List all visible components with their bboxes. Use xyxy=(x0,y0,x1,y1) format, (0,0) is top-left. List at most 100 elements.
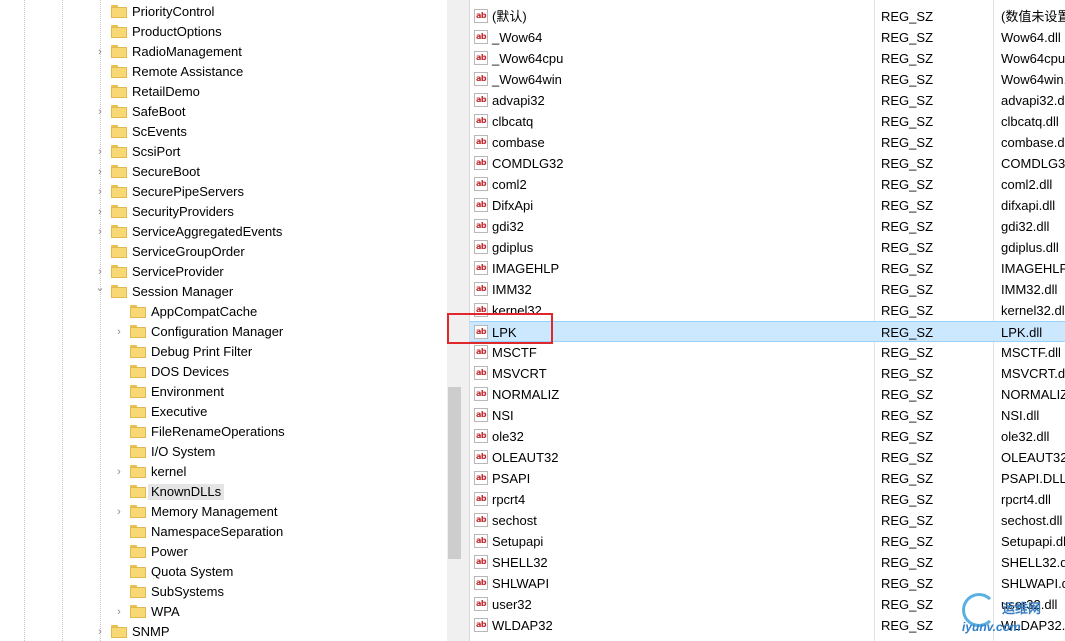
chevron-right-icon[interactable]: › xyxy=(113,604,125,620)
folder-icon xyxy=(111,105,127,118)
tree-item[interactable]: Remote Assistance xyxy=(0,62,447,82)
chevron-right-icon[interactable]: › xyxy=(113,504,125,520)
chevron-right-icon[interactable]: › xyxy=(94,264,106,280)
value-type: REG_SZ xyxy=(881,387,934,402)
site-watermark: 运维网 iyunv.com xyxy=(958,590,1065,641)
value-row[interactable]: ab PSAPI REG_SZ PSAPI.DLL xyxy=(470,468,1065,489)
value-row[interactable]: ab ole32 REG_SZ ole32.dll xyxy=(470,426,1065,447)
chevron-down-icon[interactable]: ⌄ xyxy=(94,280,106,296)
registry-key-tree[interactable]: PriorityControl ProductOptions › RadioManag… xyxy=(0,0,447,641)
value-name: IMAGEHLP xyxy=(492,261,560,276)
value-type: REG_SZ xyxy=(881,366,934,381)
folder-icon xyxy=(130,445,146,458)
tree-item[interactable]: › ServiceProvider xyxy=(0,262,447,282)
tree-item[interactable]: Debug Print Filter xyxy=(0,342,447,362)
folder-icon xyxy=(130,465,146,478)
string-value-icon: ab xyxy=(474,408,488,422)
chevron-right-icon[interactable]: › xyxy=(94,164,106,180)
tree-item[interactable]: › SNMP xyxy=(0,622,447,641)
value-name: WLDAP32 xyxy=(492,618,553,633)
value-type: REG_SZ xyxy=(881,72,934,87)
tree-item[interactable]: ⌄ Session Manager xyxy=(0,282,447,302)
tree-item[interactable]: › WPA xyxy=(0,602,447,622)
tree-item[interactable]: Environment xyxy=(0,382,447,402)
value-row[interactable]: ab COMDLG32 REG_SZ COMDLG32 xyxy=(470,153,1065,174)
value-row[interactable]: ab coml2 REG_SZ coml2.dll xyxy=(470,174,1065,195)
tree-item[interactable]: KnownDLLs xyxy=(0,482,447,502)
value-type: REG_SZ xyxy=(881,345,934,360)
folder-icon xyxy=(130,605,146,618)
tree-item[interactable]: › Configuration Manager xyxy=(0,322,447,342)
value-row[interactable]: ab combase REG_SZ combase.d xyxy=(470,132,1065,153)
chevron-right-icon[interactable]: › xyxy=(113,324,125,340)
value-row[interactable]: ab IMM32 REG_SZ IMM32.dll xyxy=(470,279,1065,300)
value-row[interactable]: ab (默认) REG_SZ (数值未设置 xyxy=(470,6,1065,27)
registry-values-list[interactable]: ab (默认) REG_SZ (数值未设置 ab _Wow64 REG_SZ Wow64.dl… xyxy=(470,0,1065,641)
value-row[interactable]: ab OLEAUT32 REG_SZ OLEAUT32. xyxy=(470,447,1065,468)
value-name: COMDLG32 xyxy=(492,156,564,171)
tree-item[interactable]: ServiceGroupOrder xyxy=(0,242,447,262)
value-row[interactable]: ab kernel32 REG_SZ kernel32.dl xyxy=(470,300,1065,321)
value-name: ole32 xyxy=(492,429,524,444)
value-row[interactable]: ab _Wow64 REG_SZ Wow64.dll xyxy=(470,27,1065,48)
tree-item[interactable]: SubSystems xyxy=(0,582,447,602)
value-row[interactable]: ab rpcrt4 REG_SZ rpcrt4.dll xyxy=(470,489,1065,510)
value-type: REG_SZ xyxy=(881,114,934,129)
tree-item[interactable]: › ScsiPort xyxy=(0,142,447,162)
value-data: sechost.dll xyxy=(1001,513,1063,528)
chevron-right-icon[interactable]: › xyxy=(94,144,106,160)
tree-item[interactable]: Executive xyxy=(0,402,447,422)
folder-icon xyxy=(130,485,146,498)
value-row[interactable]: ab Setupapi REG_SZ Setupapi.dl xyxy=(470,531,1065,552)
tree-item[interactable]: › SafeBoot xyxy=(0,102,447,122)
value-row[interactable]: ab SHELL32 REG_SZ SHELL32.dl xyxy=(470,552,1065,573)
tree-item[interactable]: Quota System xyxy=(0,562,447,582)
string-value-icon: ab xyxy=(474,618,488,632)
chevron-right-icon[interactable]: › xyxy=(94,224,106,240)
tree-item[interactable]: › Memory Management xyxy=(0,502,447,522)
tree-item[interactable]: ProductOptions xyxy=(0,22,447,42)
tree-item[interactable]: I/O System xyxy=(0,442,447,462)
tree-item[interactable]: › kernel xyxy=(0,462,447,482)
string-value-icon: ab xyxy=(474,387,488,401)
value-row[interactable]: ab gdi32 REG_SZ gdi32.dll xyxy=(470,216,1065,237)
value-row[interactable]: ab MSVCRT REG_SZ MSVCRT.dll xyxy=(470,363,1065,384)
value-row[interactable]: ab NSI REG_SZ NSI.dll xyxy=(470,405,1065,426)
tree-item[interactable]: PriorityControl xyxy=(0,2,447,22)
tree-item[interactable]: RetailDemo xyxy=(0,82,447,102)
chevron-right-icon[interactable]: › xyxy=(113,464,125,480)
tree-item[interactable]: › SecureBoot xyxy=(0,162,447,182)
tree-item[interactable]: NamespaceSeparation xyxy=(0,522,447,542)
tree-item[interactable]: › SecurityProviders xyxy=(0,202,447,222)
value-data: LPK.dll xyxy=(1001,325,1043,340)
value-row[interactable]: ab NORMALIZ REG_SZ NORMALIZ xyxy=(470,384,1065,405)
value-row[interactable]: ab DifxApi REG_SZ difxapi.dll xyxy=(470,195,1065,216)
tree-scrollbar-thumb[interactable] xyxy=(448,387,461,559)
tree-item[interactable]: › RadioManagement xyxy=(0,42,447,62)
tree-item[interactable]: Power xyxy=(0,542,447,562)
value-name: sechost xyxy=(492,513,537,528)
tree-item[interactable]: FileRenameOperations xyxy=(0,422,447,442)
chevron-right-icon[interactable]: › xyxy=(94,104,106,120)
tree-item-label: Debug Print Filter xyxy=(151,344,253,359)
value-row[interactable]: ab gdiplus REG_SZ gdiplus.dll xyxy=(470,237,1065,258)
chevron-right-icon[interactable]: › xyxy=(94,44,106,60)
value-row[interactable]: ab clbcatq REG_SZ clbcatq.dll xyxy=(470,111,1065,132)
value-row[interactable]: ab _Wow64cpu REG_SZ Wow64cpu xyxy=(470,48,1065,69)
value-type: REG_SZ xyxy=(881,408,934,423)
chevron-right-icon[interactable]: › xyxy=(94,204,106,220)
tree-item[interactable]: ScEvents xyxy=(0,122,447,142)
tree-item[interactable]: AppCompatCache xyxy=(0,302,447,322)
chevron-right-icon[interactable]: › xyxy=(94,624,106,640)
value-data: coml2.dll xyxy=(1001,177,1053,192)
value-row[interactable]: ab IMAGEHLP REG_SZ IMAGEHLP. xyxy=(470,258,1065,279)
value-row[interactable]: ab MSCTF REG_SZ MSCTF.dll xyxy=(470,342,1065,363)
tree-item[interactable]: DOS Devices xyxy=(0,362,447,382)
value-row[interactable]: ab _Wow64win REG_SZ Wow64win. xyxy=(470,69,1065,90)
chevron-right-icon[interactable]: › xyxy=(94,184,106,200)
value-row[interactable]: ab advapi32 REG_SZ advapi32.d xyxy=(470,90,1065,111)
value-row[interactable]: ab LPK REG_SZ LPK.dll xyxy=(470,321,1065,342)
tree-item[interactable]: › SecurePipeServers xyxy=(0,182,447,202)
value-row[interactable]: ab sechost REG_SZ sechost.dll xyxy=(470,510,1065,531)
tree-item[interactable]: › ServiceAggregatedEvents xyxy=(0,222,447,242)
